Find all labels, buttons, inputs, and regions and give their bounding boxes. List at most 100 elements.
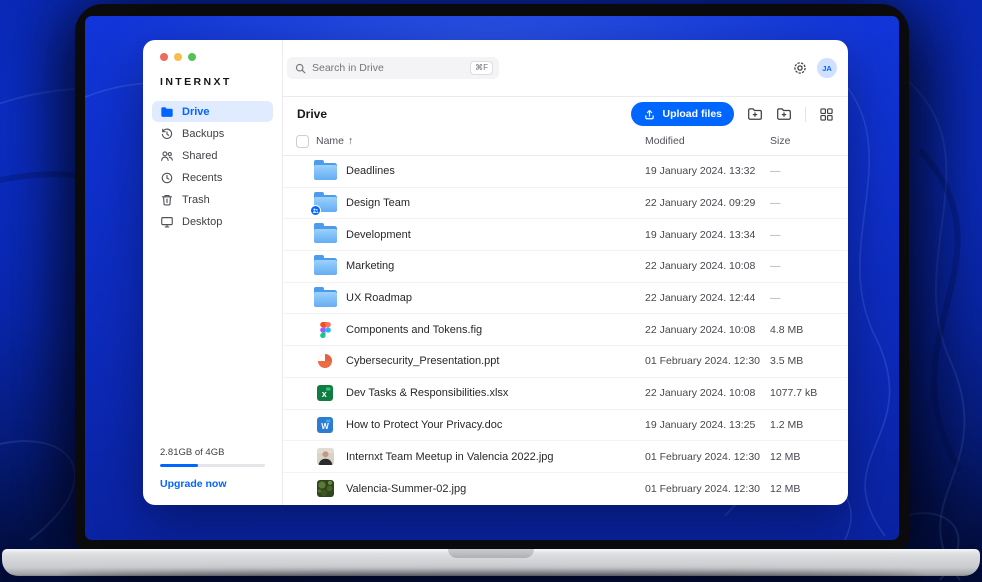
file-name: UX Roadmap — [346, 292, 412, 304]
storage-usage-label: 2.81GB of 4GB — [160, 447, 265, 458]
upgrade-now-link[interactable]: Upgrade now — [160, 478, 265, 490]
sidebar-item-drive[interactable]: Drive — [152, 101, 273, 122]
internxt-logo: INTERNXT — [143, 61, 282, 88]
minimize-window-button[interactable] — [174, 53, 182, 61]
gear-icon — [792, 60, 808, 76]
file-modified-date: 22 January 2024. 12:44 — [645, 292, 755, 304]
sidebar-item-trash[interactable]: Trash — [152, 189, 273, 210]
file-name: Components and Tokens.fig — [346, 324, 482, 336]
table-header: Name ↑ Modified Size — [283, 131, 848, 156]
table-row[interactable]: Design Team22 January 2024. 09:29— — [283, 188, 848, 220]
sidebar-nav: Drive Backups Shared Recents Trash Desktop — [143, 101, 282, 232]
file-size: 12 MB — [770, 451, 800, 463]
folder-icon — [314, 195, 337, 212]
laptop-lid-notch — [448, 549, 534, 558]
table-row[interactable]: Components and Tokens.fig 22 January 2024… — [283, 314, 848, 346]
file-name: Dev Tasks & Responsibilities.xlsx — [346, 387, 508, 399]
column-header-size[interactable]: Size — [770, 135, 790, 147]
file-modified-date: 22 January 2024. 09:29 — [645, 197, 755, 209]
file-name: How to Protect Your Privacy.doc — [346, 419, 502, 431]
sidebar: INTERNXT DriveBackupsSharedRecentsTrashD… — [143, 40, 283, 505]
sidebar-item-desktop[interactable]: Desktop — [152, 211, 273, 232]
file-modified-date: 01 February 2024. 12:30 — [645, 355, 760, 367]
settings-button[interactable] — [792, 60, 808, 76]
file-size: 3.5 MB — [770, 355, 803, 367]
table-row[interactable]: Development 19 January 2024. 13:34 — — [283, 219, 848, 251]
powerpoint-icon — [317, 353, 333, 369]
file-size: — — [770, 165, 781, 177]
figma-icon — [320, 322, 331, 338]
window-controls — [143, 40, 282, 61]
file-name: Design Team — [346, 197, 410, 209]
file-size: — — [770, 229, 781, 241]
folder-icon — [314, 163, 337, 180]
file-modified-date: 19 January 2024. 13:32 — [645, 165, 755, 177]
folder-plus-icon — [747, 106, 763, 122]
sort-ascending-icon: ↑ — [348, 135, 353, 147]
photo-thumbnail — [317, 448, 334, 465]
upload-folder-button[interactable] — [747, 106, 763, 122]
storage-progress-fill — [160, 464, 198, 467]
content-header-actions: Upload files — [631, 102, 834, 126]
file-list: Deadlines19 January 2024. 13:32—Design T… — [283, 156, 848, 505]
search-box[interactable]: ⌘F — [287, 57, 499, 79]
desktop-icon — [160, 215, 174, 229]
folder-icon — [314, 226, 337, 243]
select-all-checkbox[interactable] — [296, 135, 309, 148]
column-header-modified[interactable]: Modified — [645, 135, 685, 147]
column-header-name[interactable]: Name ↑ — [316, 135, 353, 147]
name-column-label: Name — [316, 135, 344, 147]
table-row[interactable]: Internxt Team Meetup in Valencia 2022.jp… — [283, 441, 848, 473]
file-size: 1.2 MB — [770, 419, 803, 431]
file-size: 4.8 MB — [770, 324, 803, 336]
upload-icon — [643, 108, 656, 121]
avatar[interactable]: JA — [817, 58, 837, 78]
table-row[interactable]: Valencia-Summer-02.jpg01 February 2024. … — [283, 473, 848, 505]
file-modified-date: 22 January 2024. 10:08 — [645, 387, 755, 399]
sidebar-item-label: Backups — [182, 128, 224, 140]
file-name: Development — [346, 229, 411, 241]
table-row[interactable]: x Dev Tasks & Responsibilities.xlsx 22 Jan… — [283, 378, 848, 410]
word-icon: W — [317, 417, 333, 433]
photo-thumbnail — [317, 480, 334, 497]
file-modified-date: 22 January 2024. 10:08 — [645, 324, 755, 336]
search-input[interactable] — [312, 62, 470, 74]
backup-clock-icon — [160, 127, 174, 141]
storage-progress-bar — [160, 464, 265, 467]
trash-icon — [160, 193, 174, 207]
internxt-app-window: INTERNXT DriveBackupsSharedRecentsTrashD… — [143, 40, 848, 505]
sidebar-item-label: Drive — [182, 106, 210, 118]
sidebar-item-shared[interactable]: Shared — [152, 145, 273, 166]
sidebar-item-backups[interactable]: Backups — [152, 123, 273, 144]
sidebar-item-recents[interactable]: Recents — [152, 167, 273, 188]
upload-files-label: Upload files — [662, 108, 722, 120]
svg-text:W: W — [321, 422, 329, 431]
marketing-background: INTERNXT DriveBackupsSharedRecentsTrashD… — [0, 0, 982, 582]
file-modified-date: 19 January 2024. 13:25 — [645, 419, 755, 431]
file-name: Marketing — [346, 260, 394, 272]
people-icon — [160, 149, 174, 163]
zoom-window-button[interactable] — [188, 53, 196, 61]
table-row[interactable]: Marketing22 January 2024. 10:08— — [283, 251, 848, 283]
page-title: Drive — [297, 107, 327, 121]
grid-view-button[interactable] — [819, 107, 834, 122]
file-name: Valencia-Summer-02.jpg — [346, 483, 466, 495]
table-row[interactable]: Cybersecurity_Presentation.ppt01 Februar… — [283, 346, 848, 378]
close-window-button[interactable] — [160, 53, 168, 61]
laptop-base — [2, 549, 980, 576]
sidebar-item-label: Desktop — [182, 216, 222, 228]
file-modified-date: 01 February 2024. 12:30 — [645, 451, 760, 463]
table-row[interactable]: Deadlines19 January 2024. 13:32— — [283, 156, 848, 188]
svg-text:x: x — [322, 389, 327, 399]
table-row[interactable]: UX Roadmap 22 January 2024. 12:44 — — [283, 283, 848, 315]
top-bar-actions: JA — [792, 58, 837, 78]
create-folder-button[interactable] — [776, 106, 792, 122]
upload-files-button[interactable]: Upload files — [631, 102, 734, 126]
sidebar-item-label: Recents — [182, 172, 222, 184]
file-modified-date: 19 January 2024. 13:34 — [645, 229, 755, 241]
table-row[interactable]: W How to Protect Your Privacy.doc 19 Janua… — [283, 410, 848, 442]
file-size: — — [770, 292, 781, 304]
file-size: 12 MB — [770, 483, 800, 495]
folder-icon — [314, 290, 337, 307]
shared-badge-icon — [310, 205, 321, 216]
